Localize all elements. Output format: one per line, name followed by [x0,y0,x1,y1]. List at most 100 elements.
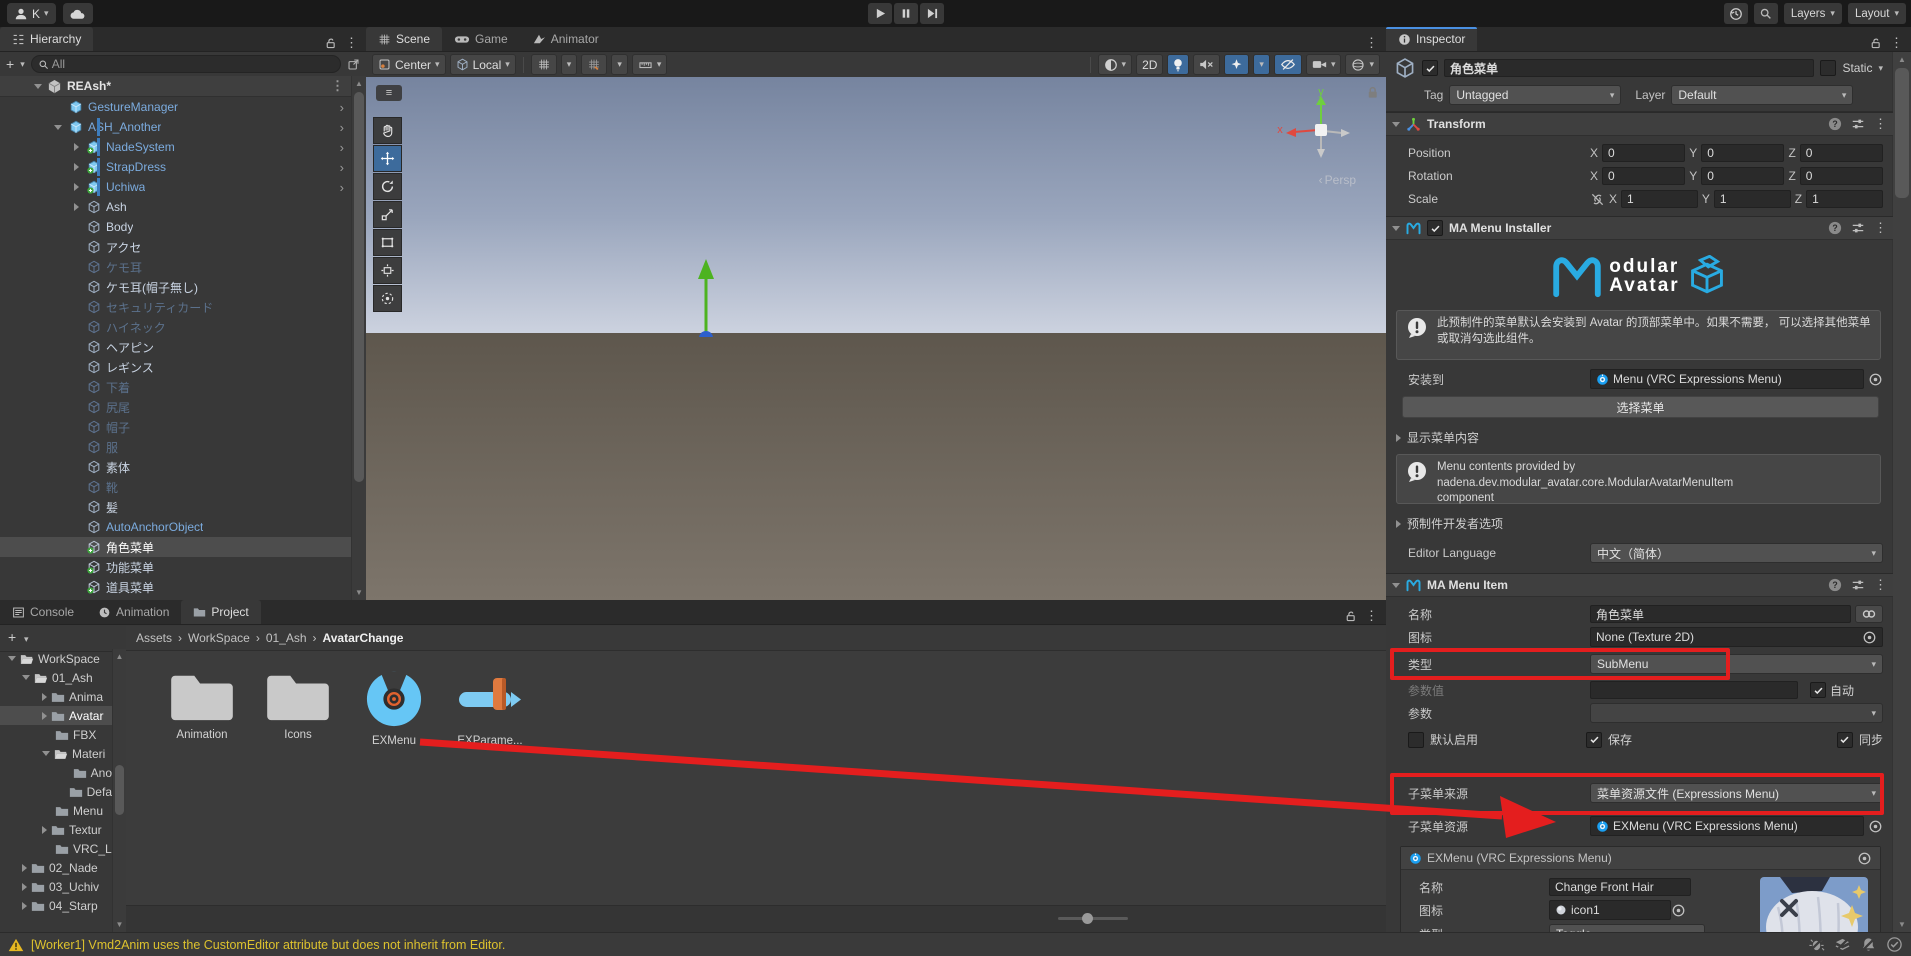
layer-dropdown[interactable]: Default▾ [1671,85,1853,105]
hierarchy-item[interactable]: 靴 [0,477,352,497]
hierarchy-item[interactable]: 帽子 [0,417,352,437]
synced-checkbox[interactable] [1837,732,1853,748]
chevron-right-icon[interactable]: › [340,100,344,115]
snap-increment-dropdown[interactable]: ▾ [611,54,628,75]
hierarchy-item[interactable]: AutoAnchorObject [0,517,352,537]
rotation-y-field[interactable] [1701,167,1784,185]
link-broken-icon[interactable] [1590,192,1605,207]
gizmos-dropdown[interactable]: ▾ [1345,54,1380,75]
scroll-down-icon[interactable]: ▼ [113,920,126,929]
chevron-right-icon[interactable]: › [340,140,344,155]
hierarchy-item[interactable]: セキュリティカード [0,297,352,317]
hierarchy-item[interactable]: 尻尾 [0,397,352,417]
view-tool-button[interactable] [373,117,402,144]
hierarchy-item[interactable]: Body [0,217,352,237]
scale-y-field[interactable] [1714,190,1791,208]
hierarchy-item[interactable]: 道具菜单 [0,577,352,597]
rotation-z-field[interactable] [1800,167,1883,185]
tree-scrollbar[interactable]: ▲ ▼ [112,649,127,932]
hierarchy-item[interactable]: 素体 [0,457,352,477]
hierarchy-scrollbar[interactable]: ▲ ▼ [351,76,366,600]
param-dropdown[interactable]: ▾ [1590,703,1883,723]
help-icon[interactable]: ? [1828,221,1842,235]
saved-checkbox[interactable] [1586,732,1602,748]
hierarchy-search-input[interactable]: All [31,55,341,73]
hierarchy-item[interactable]: ケモ耳 [0,257,352,277]
menu-item-type-dropdown[interactable]: SubMenu ▾ [1590,654,1883,674]
rotate-tool-button[interactable] [373,173,402,200]
effects-toggle[interactable] [1224,54,1249,75]
perspective-label[interactable]: ‹ Persp [1319,173,1356,187]
tree-item[interactable]: FBX [0,725,112,744]
tab-animation[interactable]: Animation [86,600,181,624]
move-tool-button[interactable] [373,145,402,172]
tree-item[interactable]: Menu [0,801,112,820]
asset-folder[interactable]: Icons [258,670,338,747]
static-checkbox[interactable] [1820,60,1836,76]
hierarchy-item[interactable]: 髪 [0,497,352,517]
notifications-muted-icon[interactable] [1860,936,1877,953]
scroll-up-icon[interactable]: ▲ [113,652,126,661]
tool-settings-button[interactable]: ▾ [632,54,668,75]
custom-tool-button[interactable] [373,285,402,312]
snap-increment-button[interactable] [581,54,607,75]
param-value-field[interactable] [1590,681,1798,699]
transform-tool-button[interactable] [373,257,402,284]
foldout-closed-icon[interactable] [74,183,79,191]
audio-toggle[interactable] [1193,54,1220,75]
submenu-asset-object-field[interactable]: EXMenu (VRC Expressions Menu) [1590,816,1864,836]
hierarchy-item[interactable]: StrapDress› [0,157,352,177]
active-checkbox[interactable] [1422,60,1438,76]
more-menu-icon[interactable]: ⋮ [1874,577,1887,593]
preset-icon[interactable] [1851,221,1865,235]
tree-item[interactable]: Anima [0,687,112,706]
hierarchy-item[interactable]: 下着 [0,377,352,397]
object-picker-icon[interactable] [1862,630,1877,645]
tab-inspector[interactable]: Inspector [1386,27,1477,51]
tree-item[interactable]: 04_Starp [0,896,112,915]
position-x-field[interactable] [1602,144,1685,162]
ma-menu-item-header[interactable]: MA Menu Item ? ⋮ [1386,573,1893,597]
tag-dropdown[interactable]: Untagged▾ [1449,85,1621,105]
tree-item[interactable]: 01_Ash [0,668,112,687]
hierarchy-item[interactable]: Uchiwa› [0,177,352,197]
scroll-down-icon[interactable]: ▼ [1893,920,1911,929]
chevron-right-icon[interactable]: › [340,120,344,135]
asset-folder[interactable]: Animation [162,670,242,747]
check-circle-icon[interactable] [1886,936,1903,953]
chevron-down-icon[interactable]: ▾ [24,634,29,645]
orientation-dropdown[interactable]: Local▾ [450,54,516,75]
asset-exparams[interactable]: EXParame... [450,670,530,747]
icon-size-slider[interactable] [1058,917,1128,920]
hierarchy-item[interactable]: GestureManager› [0,97,352,117]
select-menu-button[interactable]: 选择菜单 [1402,396,1879,418]
menu-item-name-field[interactable] [1590,605,1851,623]
preset-icon[interactable] [1851,117,1865,131]
hierarchy-item-selected[interactable]: 角色菜单 [0,537,352,557]
overlay-menu-handle[interactable]: ≡ [376,85,402,101]
more-menu-icon[interactable]: ⋮ [1365,608,1378,624]
foldout-closed-icon[interactable] [74,203,79,211]
hidden-objects-toggle[interactable] [1274,54,1302,75]
lock-icon[interactable] [324,37,337,50]
breadcrumb-item[interactable]: WorkSpace [188,631,250,645]
account-button[interactable]: K ▾ [7,3,56,24]
foldout-closed-icon[interactable] [74,143,79,151]
object-picker-icon[interactable] [1857,851,1872,866]
component-enabled-checkbox[interactable] [1427,220,1443,236]
play-button[interactable] [868,3,892,24]
foldout-open-icon[interactable] [1392,122,1400,127]
scene-viewport[interactable]: ≡ y x [366,77,1386,600]
tab-animator[interactable]: Animator [520,27,611,51]
scale-tool-button[interactable] [373,201,402,228]
move-gizmo[interactable] [616,177,796,337]
link-name-button[interactable] [1855,605,1883,623]
more-menu-icon[interactable]: ⋮ [1890,35,1903,51]
rotation-x-field[interactable] [1602,167,1685,185]
search-button[interactable] [1754,3,1778,24]
tree-item[interactable]: 03_Uchiv [0,877,112,896]
grid-snap-dropdown[interactable]: ▾ [561,54,578,75]
tree-item[interactable]: Materi [0,744,112,763]
create-asset-button[interactable]: + [8,629,16,645]
inspector-scrollbar[interactable]: ▲ ▼ [1892,52,1911,932]
